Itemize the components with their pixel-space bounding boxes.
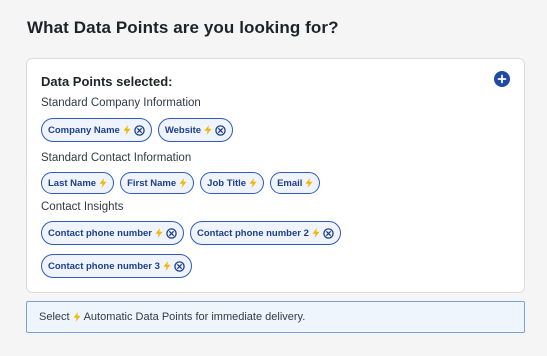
chip-label: Contact phone number: [48, 227, 152, 239]
data-points-card: Data Points selected: Standard Company I…: [26, 58, 525, 293]
chip-last-name[interactable]: Last Name: [41, 172, 115, 194]
chip-label: Job Title: [207, 177, 247, 189]
section-label-insights: Contact Insights: [41, 201, 124, 213]
chip-label: Contact phone number 2: [196, 227, 309, 239]
chip-company-name[interactable]: Company Name: [41, 118, 152, 142]
chip-email[interactable]: Email: [270, 172, 321, 194]
notice-prefix: Select: [39, 311, 70, 323]
chip-contact-phone-number-3[interactable]: Contact phone number 3: [41, 254, 192, 278]
lightning-bolt-icon: [163, 261, 171, 271]
lightning-bolt-icon: [155, 228, 163, 238]
close-circle-icon[interactable]: [215, 124, 226, 136]
close-circle-icon[interactable]: [174, 260, 185, 272]
chip-label: Email: [277, 177, 303, 189]
section-label-company: Standard Company Information: [41, 97, 201, 109]
plus-icon: [497, 74, 507, 84]
card-title: Data Points selected:: [41, 74, 173, 89]
close-circle-icon[interactable]: [134, 124, 145, 136]
chip-contact-phone-number[interactable]: Contact phone number: [41, 221, 184, 245]
lightning-bolt-icon: [204, 125, 212, 135]
chip-label: First Name: [127, 177, 177, 189]
chip-job-title[interactable]: Job Title: [200, 172, 265, 194]
chip-row-contact: Last Name First Name Job Title Email: [41, 172, 321, 194]
chip-first-name[interactable]: First Name: [120, 172, 195, 194]
chip-label: Website: [164, 124, 202, 136]
lightning-bolt-icon: [249, 178, 257, 188]
lightning-bolt-icon: [312, 228, 320, 238]
close-circle-icon[interactable]: [166, 227, 177, 239]
lightning-bolt-icon: [99, 178, 107, 188]
chip-label: Contact phone number 3: [48, 260, 160, 272]
chip-contact-phone-number-2[interactable]: Contact phone number 2: [189, 221, 341, 245]
section-label-contact: Standard Contact Information: [41, 152, 192, 164]
page-title: What Data Points are you looking for?: [27, 18, 339, 37]
lightning-bolt-icon: [179, 178, 187, 188]
lightning-bolt-icon: [123, 125, 131, 135]
close-circle-icon[interactable]: [323, 227, 334, 239]
chip-row-insights-2: Contact phone number 3: [41, 254, 192, 278]
chip-label: Company Name: [48, 124, 120, 136]
add-data-point-button[interactable]: [494, 71, 510, 87]
chip-label: Last Name: [48, 177, 97, 189]
lightning-bolt-icon: [73, 312, 81, 322]
notice-suffix: Automatic Data Points for immediate deli…: [83, 311, 306, 323]
lightning-bolt-icon: [305, 178, 313, 188]
chip-website[interactable]: Website: [157, 118, 234, 142]
chip-row-company: Company Name Website: [41, 118, 234, 142]
chip-row-insights: Contact phone number Contact phone numbe…: [41, 221, 341, 245]
automatic-delivery-notice: Select Automatic Data Points for immedia…: [26, 301, 525, 333]
